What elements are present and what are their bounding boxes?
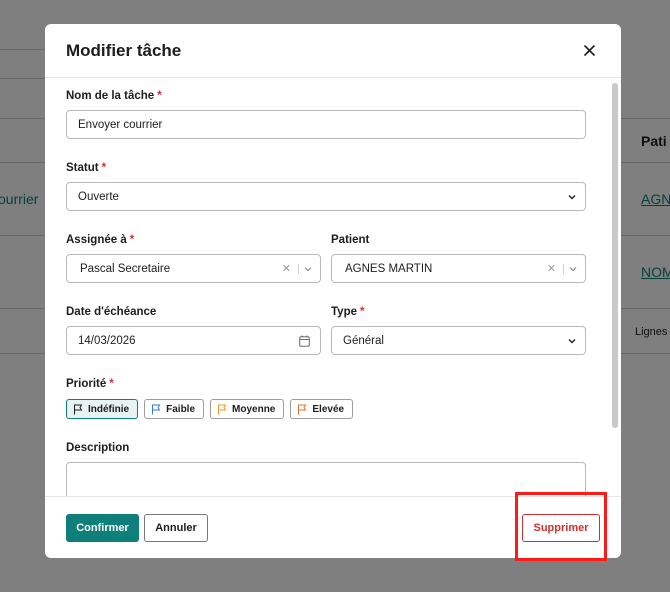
status-select[interactable]: Ouverte xyxy=(66,182,586,211)
priority-undefined-button[interactable]: Indéfinie xyxy=(66,399,139,419)
status-label: Statut * xyxy=(66,162,107,174)
flag-icon xyxy=(152,404,161,414)
flag-icon xyxy=(74,404,83,414)
edit-task-modal: Modifier tâche Nom de la tâche * Envoyer … xyxy=(45,24,621,558)
assignee-select[interactable]: Pascal Secretaire ✕ xyxy=(66,254,321,283)
patient-select[interactable]: AGNES MARTIN ✕ xyxy=(331,254,586,283)
type-select[interactable]: Général xyxy=(331,326,586,355)
description-label: Description xyxy=(66,442,130,454)
confirm-button[interactable]: Confirmer xyxy=(66,514,139,542)
priority-high-button[interactable]: Elevée xyxy=(290,399,354,419)
cancel-button[interactable]: Annuler xyxy=(144,514,208,542)
chevron-down-icon xyxy=(568,195,576,200)
priority-label: Priorité * xyxy=(66,378,114,390)
patient-value: AGNES MARTIN xyxy=(345,262,433,275)
chevron-down-icon[interactable] xyxy=(304,265,312,273)
due-date-input[interactable]: 14/03/2026 xyxy=(66,326,321,355)
due-date-label: Date d'échéance xyxy=(66,306,157,318)
patient-label: Patient xyxy=(331,234,370,246)
status-value: Ouverte xyxy=(78,190,119,203)
separator xyxy=(563,264,564,274)
type-label: Type * xyxy=(331,306,365,318)
calendar-icon[interactable] xyxy=(299,335,310,347)
task-name-input[interactable]: Envoyer courrier xyxy=(66,110,586,139)
type-value: Général xyxy=(343,334,384,347)
priority-options: Indéfinie Faible Moyenne Elevée xyxy=(66,399,354,419)
clear-icon[interactable]: ✕ xyxy=(547,262,556,275)
highlight-box xyxy=(515,492,607,561)
assignee-value: Pascal Secretaire xyxy=(80,262,171,275)
modal-title: Modifier tâche xyxy=(66,40,182,60)
clear-icon[interactable]: ✕ xyxy=(282,262,291,275)
priority-medium-button[interactable]: Moyenne xyxy=(210,399,285,419)
scrollbar[interactable] xyxy=(612,83,618,428)
separator xyxy=(298,264,299,274)
description-textarea[interactable] xyxy=(66,462,586,496)
modal-body[interactable]: Nom de la tâche * Envoyer courrier Statut… xyxy=(45,79,609,496)
task-name-label: Nom de la tâche * xyxy=(66,90,162,102)
modal-header: Modifier tâche xyxy=(45,24,621,78)
flag-icon xyxy=(298,404,307,414)
flag-icon xyxy=(218,404,227,414)
close-icon[interactable] xyxy=(579,40,599,60)
due-date-value: 14/03/2026 xyxy=(78,334,136,347)
assignee-label: Assignée à * xyxy=(66,234,135,246)
chevron-down-icon[interactable] xyxy=(569,265,577,273)
chevron-down-icon xyxy=(568,339,576,344)
task-name-value: Envoyer courrier xyxy=(78,118,163,131)
priority-low-button[interactable]: Faible xyxy=(144,399,205,419)
